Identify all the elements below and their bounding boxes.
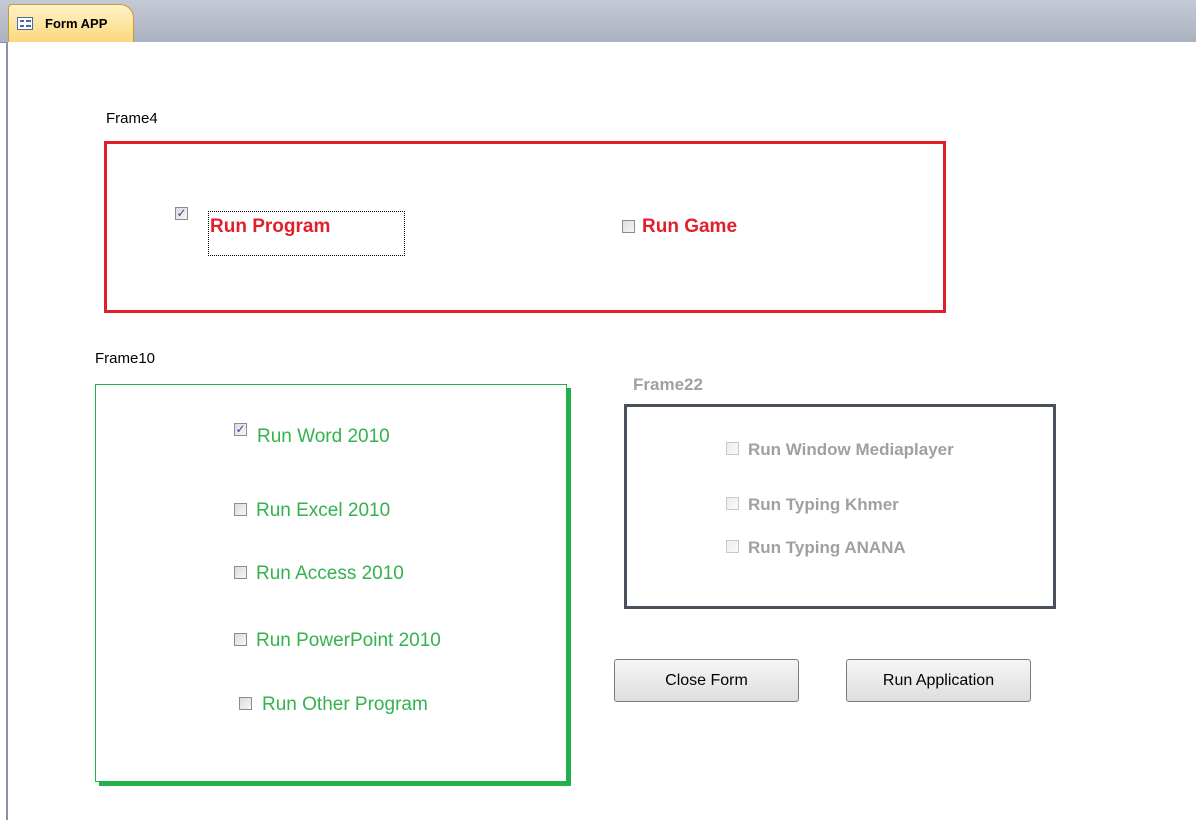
close-form-button[interactable]: Close Form: [614, 659, 799, 702]
run-word-checkbox[interactable]: ✓: [234, 423, 247, 436]
run-mediaplayer-label[interactable]: Run Window Mediaplayer: [748, 440, 954, 460]
run-powerpoint-label[interactable]: Run PowerPoint 2010: [256, 630, 441, 652]
run-game-label[interactable]: Run Game: [642, 216, 737, 238]
run-excel-checkbox[interactable]: [234, 503, 247, 516]
run-typing-khmer-checkbox[interactable]: [726, 497, 739, 510]
document-tab-strip: Form APP: [0, 0, 1196, 43]
run-powerpoint-checkbox[interactable]: [234, 633, 247, 646]
run-mediaplayer-checkbox[interactable]: [726, 442, 739, 455]
run-other-program-checkbox[interactable]: [239, 697, 252, 710]
run-access-checkbox[interactable]: [234, 566, 247, 579]
run-application-button[interactable]: Run Application: [846, 659, 1031, 702]
form-icon: [17, 17, 33, 30]
run-program-label[interactable]: Run Program: [210, 216, 330, 238]
run-program-checkbox[interactable]: ✓: [175, 207, 188, 220]
frame10-label: Frame10: [95, 350, 156, 367]
run-access-label[interactable]: Run Access 2010: [256, 563, 404, 585]
tab-title: Form APP: [45, 16, 108, 31]
form-document-tab[interactable]: Form APP: [8, 4, 134, 42]
frame4-label: Frame4: [106, 110, 158, 127]
run-typing-khmer-label[interactable]: Run Typing Khmer: [748, 495, 899, 515]
frame22-label: Frame22: [633, 375, 703, 394]
run-other-program-label[interactable]: Run Other Program: [262, 694, 428, 716]
run-typing-anana-checkbox[interactable]: [726, 540, 739, 553]
run-game-checkbox[interactable]: [622, 220, 635, 233]
run-word-label[interactable]: Run Word 2010: [257, 426, 390, 448]
run-excel-label[interactable]: Run Excel 2010: [256, 500, 390, 522]
run-typing-anana-label[interactable]: Run Typing ANANA: [748, 538, 906, 558]
